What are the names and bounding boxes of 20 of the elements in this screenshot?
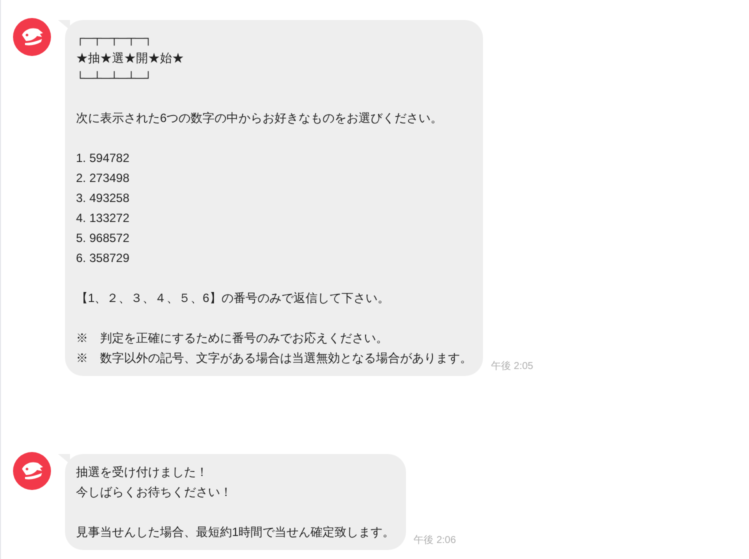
- message-text: 1. 594782: [76, 150, 130, 167]
- message-text: 今しばらくお待ちください！: [76, 484, 233, 501]
- timestamp: 午後 2:06: [414, 534, 456, 548]
- message-text: 5. 968572: [76, 230, 130, 247]
- message-text: 4. 133272: [76, 210, 130, 227]
- timestamp: 午後 2:05: [491, 360, 534, 374]
- message-text: 見事当せんした場合、最短約1時間で当せん確定致します。: [76, 524, 395, 541]
- message-text: 6. 358729: [76, 250, 130, 267]
- avatar-icon: [13, 452, 51, 490]
- message-text: 3. 493258: [76, 190, 130, 207]
- message-text: └─┴─┴─┴─┘: [76, 70, 154, 87]
- message-text: 抽選を受け付けました！: [76, 464, 209, 481]
- message-text: ※ 数字以外の記号、文字がある場合は当選無効となる場合があります。: [76, 350, 472, 367]
- message-text: 次に表示された6つの数字の中からお好きなものをお選びください。: [76, 110, 444, 127]
- message-text: 2. 273498: [76, 170, 130, 187]
- message-text: 【1、２、３、４、５、6】の番号のみで返信して下さい。: [76, 290, 390, 307]
- message-text: ┌─┬─┬─┬─┐: [76, 30, 154, 48]
- message-text: ※ 判定を正確にするために番号のみでお応えください。: [76, 330, 389, 347]
- avatar-icon: [13, 18, 51, 56]
- message-text: ★抽★選★開★始★: [76, 50, 185, 67]
